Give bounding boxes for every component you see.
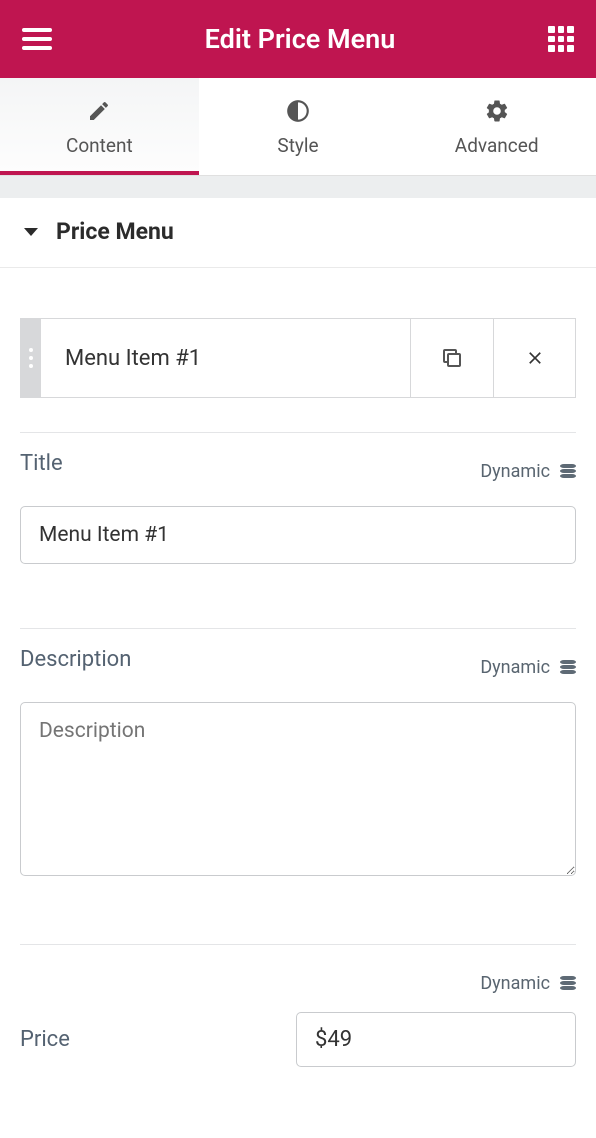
section-header[interactable]: Price Menu — [0, 198, 596, 268]
dynamic-label: Dynamic — [480, 973, 550, 994]
field-title: Title Dynamic — [20, 432, 576, 594]
tabs: Content Style Advanced — [0, 78, 596, 176]
contrast-icon — [285, 98, 311, 124]
dynamic-label: Dynamic — [480, 461, 550, 482]
title-input[interactable] — [20, 506, 576, 564]
gear-icon — [484, 98, 510, 124]
menu-icon[interactable] — [22, 28, 52, 50]
dynamic-toggle-price[interactable]: Dynamic — [480, 973, 576, 994]
field-price: Dynamic Price — [20, 944, 576, 1097]
remove-button[interactable] — [493, 319, 575, 397]
dynamic-toggle-title[interactable]: Dynamic — [480, 461, 576, 482]
menu-item-row: Menu Item #1 — [20, 318, 576, 398]
duplicate-button[interactable] — [411, 319, 493, 397]
title-label: Title — [20, 451, 480, 476]
tab-advanced-label: Advanced — [455, 134, 539, 157]
tab-content[interactable]: Content — [0, 78, 199, 175]
price-input[interactable] — [296, 1012, 576, 1067]
price-label: Price — [20, 1027, 70, 1052]
menu-item-title[interactable]: Menu Item #1 — [41, 319, 411, 397]
caret-down-icon — [24, 228, 38, 236]
section-title: Price Menu — [56, 218, 174, 245]
tab-style[interactable]: Style — [199, 78, 398, 175]
panel: Menu Item #1 Title Dynamic Description D… — [0, 268, 596, 1117]
database-icon — [560, 976, 576, 992]
dynamic-toggle-description[interactable]: Dynamic — [480, 657, 576, 678]
database-icon — [560, 660, 576, 676]
field-description: Description Dynamic — [20, 628, 576, 910]
pencil-icon — [86, 98, 112, 124]
spacer — [0, 176, 596, 198]
database-icon — [560, 464, 576, 480]
dynamic-label: Dynamic — [480, 657, 550, 678]
tab-style-label: Style — [277, 134, 318, 157]
drag-handle-icon[interactable] — [21, 319, 41, 397]
page-title: Edit Price Menu — [52, 23, 548, 55]
tab-content-label: Content — [66, 134, 133, 157]
tab-advanced[interactable]: Advanced — [397, 78, 596, 175]
description-label: Description — [20, 647, 480, 672]
editor-header: Edit Price Menu — [0, 0, 596, 78]
description-input[interactable] — [20, 702, 576, 876]
apps-icon[interactable] — [548, 26, 574, 52]
